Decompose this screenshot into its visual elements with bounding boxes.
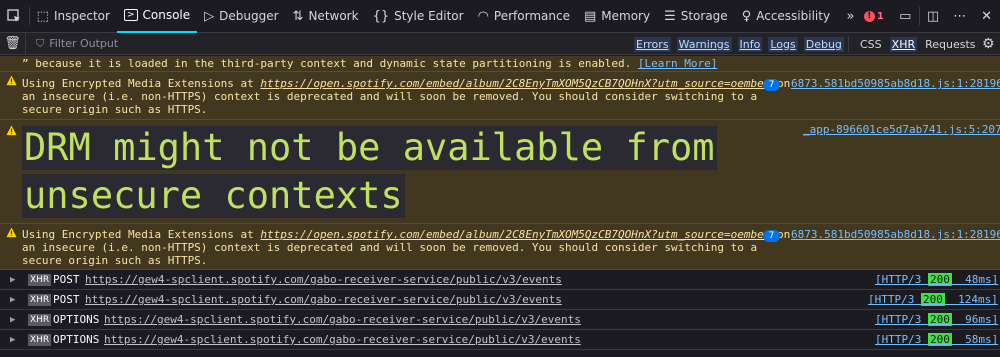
filter-info-button[interactable]: Info — [737, 36, 763, 52]
close-icon[interactable]: ✕ — [973, 0, 1000, 33]
split-console-icon[interactable]: ▭ — [892, 0, 919, 33]
console-warning-message: Using Encrypted Media Extensions at http… — [0, 224, 1000, 270]
error-icon: ! — [863, 10, 875, 22]
filter-requests-button[interactable]: Requests — [925, 38, 975, 51]
drm-message-line1: DRM might not be available from — [22, 126, 717, 170]
style-editor-icon: {} — [372, 8, 390, 24]
xhr-badge: XHR — [28, 314, 52, 326]
performance-icon: ◠ — [477, 8, 489, 24]
devtools-toolbar: ⬚ Inspector > Console ▷ Debugger ⇅ Network {… — [0, 0, 1000, 33]
request-method: POST — [53, 273, 80, 286]
expand-arrow-icon[interactable]: ▶ — [10, 290, 15, 310]
expand-arrow-icon[interactable]: ▶ — [10, 310, 15, 330]
repeat-count-badge: 7 — [763, 79, 780, 91]
console-warning-message-drm: DRM might not be available from unsecure… — [0, 120, 1000, 224]
category-filters: CSS XHR Requests — [860, 33, 976, 55]
filter-xhr-button[interactable]: XHR — [889, 36, 918, 52]
tab-performance[interactable]: ◠ Performance — [471, 0, 577, 33]
clear-console-trash-icon[interactable]: 🗑 — [0, 32, 26, 55]
source-location-link[interactable]: 6873.581bd50985ab8d18.js:1:28196 — [791, 77, 1000, 90]
request-status: [HTTP/3 200 58ms] — [875, 333, 999, 346]
more-tabs-chevron-icon[interactable]: » — [837, 0, 864, 33]
inspector-icon: ⬚ — [36, 8, 49, 24]
console-warning-message: Using Encrypted Media Extensions at http… — [0, 72, 1000, 120]
console-message-partial: ” because it is loaded in the third-part… — [0, 56, 1000, 72]
request-method: POST — [53, 293, 80, 306]
status-code-badge: 200 — [920, 293, 945, 306]
error-count-badge[interactable]: ! 1 — [863, 10, 884, 22]
console-icon: > — [123, 9, 138, 21]
expand-arrow-icon[interactable]: ▶ — [10, 330, 15, 350]
expand-arrow-icon[interactable]: ▶ — [10, 270, 15, 290]
tab-network[interactable]: ⇅ Network — [286, 0, 366, 33]
request-method: OPTIONS — [53, 333, 100, 346]
tab-memory[interactable]: ▤ Memory — [577, 0, 657, 33]
request-status: [HTTP/3 200 96ms] — [875, 313, 999, 326]
tab-debugger[interactable]: ▷ Debugger — [197, 0, 285, 33]
network-icon: ⇅ — [292, 8, 304, 24]
filter-debug-button[interactable]: Debug — [803, 36, 844, 52]
storage-icon: ☰ — [664, 8, 676, 24]
gear-icon[interactable]: ⚙ — [982, 33, 995, 55]
embed-url-link[interactable]: https://open.spotify.com/embed/album/2C8… — [260, 228, 770, 241]
divider — [848, 36, 849, 52]
filter-warnings-button[interactable]: Warnings — [676, 36, 732, 52]
network-request-row[interactable]: ▶ XHR POST https://gew4-spclient.spotify… — [0, 270, 1000, 290]
embed-url-link[interactable]: https://open.spotify.com/embed/album/2C8… — [260, 77, 770, 90]
warning-icon — [6, 227, 17, 238]
message-text: an insecure (i.e. non-HTTPS) context is … — [22, 241, 758, 254]
source-location-link[interactable]: _app-896601ce5d7ab741.js:5:207 — [803, 123, 1000, 136]
console-filter-bar: 🗑 ⛉ Filter Output Errors Warnings Info Lo… — [0, 32, 1000, 55]
xhr-badge: XHR — [28, 294, 52, 306]
dock-options-icon[interactable]: ◫ — [920, 0, 947, 33]
more-options-icon[interactable]: ⋯ — [946, 0, 973, 33]
request-method: OPTIONS — [53, 313, 100, 326]
network-request-row[interactable]: ▶ XHR POST https://gew4-spclient.spotify… — [0, 290, 1000, 310]
source-location-link[interactable]: 6873.581bd50985ab8d18.js:1:28196 — [791, 228, 1000, 241]
filter-css-button[interactable]: CSS — [860, 38, 882, 51]
network-request-row[interactable]: ▶ XHR OPTIONS https://gew4-spclient.spot… — [0, 310, 1000, 330]
warning-icon — [6, 75, 17, 86]
drm-message-line2: unsecure contexts — [22, 174, 405, 218]
accessibility-icon: ♀ — [741, 8, 752, 24]
request-url-link[interactable]: https://gew4-spclient.spotify.com/gabo-r… — [85, 270, 562, 290]
network-request-row[interactable]: ▶ XHR OPTIONS https://gew4-spclient.spot… — [0, 330, 1000, 350]
log-level-filters: Errors Warnings Info Logs Debug — [634, 33, 844, 55]
request-url-link[interactable]: https://gew4-spclient.spotify.com/gabo-r… — [104, 330, 581, 350]
request-url-link[interactable]: https://gew4-spclient.spotify.com/gabo-r… — [85, 290, 562, 310]
message-text: secure origin such as HTTPS. — [22, 254, 208, 267]
xhr-badge: XHR — [28, 334, 52, 346]
status-code-badge: 200 — [927, 273, 952, 286]
request-status: [HTTP/3 200 124ms] — [868, 293, 998, 306]
tab-console[interactable]: > Console — [116, 0, 198, 33]
request-status: [HTTP/3 200 48ms] — [875, 273, 999, 286]
filter-errors-button[interactable]: Errors — [634, 36, 671, 52]
filter-logs-button[interactable]: Logs — [768, 36, 798, 52]
filter-output-input[interactable]: ⛉ Filter Output — [36, 37, 118, 51]
status-code-badge: 200 — [927, 313, 952, 326]
repeat-count-badge: 7 — [763, 230, 780, 242]
message-text: ” because it is loaded in the third-part… — [22, 57, 632, 70]
tab-accessibility[interactable]: ♀ Accessibility — [735, 0, 837, 33]
tab-style-editor[interactable]: {} Style Editor — [366, 0, 471, 33]
message-text: an insecure (i.e. non-HTTPS) context is … — [22, 90, 758, 103]
tab-inspector[interactable]: ⬚ Inspector — [30, 0, 117, 33]
debugger-icon: ▷ — [204, 8, 215, 24]
learn-more-link[interactable]: [Learn More] — [638, 57, 717, 70]
filter-icon: ⛉ — [36, 36, 45, 50]
message-text: secure origin such as HTTPS. — [22, 103, 208, 116]
tab-storage[interactable]: ☰ Storage — [657, 0, 735, 33]
memory-icon: ▤ — [583, 8, 597, 24]
request-url-link[interactable]: https://gew4-spclient.spotify.com/gabo-r… — [104, 310, 581, 330]
status-code-badge: 200 — [927, 333, 952, 346]
xhr-badge: XHR — [28, 274, 52, 286]
warning-icon — [6, 125, 17, 136]
element-picker-icon[interactable] — [0, 0, 29, 33]
